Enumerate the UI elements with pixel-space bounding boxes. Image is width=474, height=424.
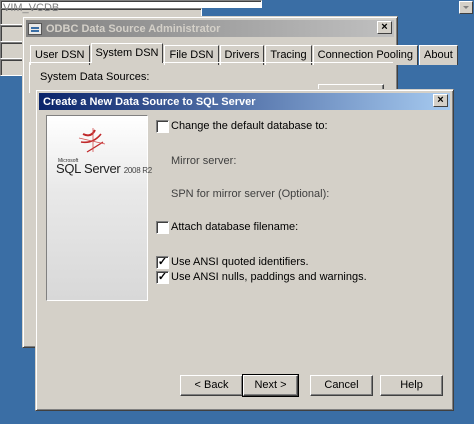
spn-label: SPN for mirror server (Optional): xyxy=(171,188,330,200)
system-sources-label: System Data Sources: xyxy=(40,71,150,83)
cancel-button[interactable]: Cancel xyxy=(310,375,373,396)
logo-version: 2008 R2 xyxy=(123,166,152,175)
create-dsn-titlebar[interactable]: Create a New Data Source to SQL Server × xyxy=(39,93,450,110)
chevron-down-icon[interactable] xyxy=(459,1,473,14)
ansi-nulls-label: Use ANSI nulls, paddings and warnings. xyxy=(171,271,367,283)
attach-db-checkbox[interactable] xyxy=(156,221,169,234)
sql-server-logo: Microsoft SQL Server 2008 R2 xyxy=(46,115,152,301)
create-dsn-title: Create a New Data Source to SQL Server xyxy=(43,95,256,108)
mirror-server-label: Mirror server: xyxy=(171,155,237,167)
change-default-db-label: Change the default database to: xyxy=(171,120,328,132)
ansi-quoted-label: Use ANSI quoted identifiers. xyxy=(171,256,309,268)
odbc-admin-title: ODBC Data Source Administrator xyxy=(46,22,221,35)
logo-product-text: SQL Server 2008 R2 xyxy=(56,161,152,176)
next-button[interactable]: Next > xyxy=(242,374,299,397)
ansi-nulls-checkbox[interactable]: ✓ xyxy=(156,271,169,284)
odbc-admin-titlebar[interactable]: ODBC Data Source Administrator × xyxy=(26,20,394,37)
odbc-close-button[interactable]: × xyxy=(377,21,392,34)
change-default-db-checkbox[interactable] xyxy=(156,120,169,133)
tab-system-dsn[interactable]: System DSN xyxy=(90,43,164,63)
odbc-app-icon xyxy=(28,22,42,35)
dialog-close-button[interactable]: × xyxy=(433,94,448,107)
sql-server-swoosh-icon xyxy=(78,128,106,153)
attach-db-label: Attach database filename: xyxy=(171,221,299,233)
back-button[interactable]: < Back xyxy=(180,375,243,396)
tab-about[interactable]: About xyxy=(419,45,458,65)
ansi-quoted-checkbox[interactable]: ✓ xyxy=(156,256,169,269)
help-button[interactable]: Help xyxy=(380,375,443,396)
logo-product-name: SQL Server xyxy=(56,161,121,176)
database-select-value: VIM_VCDB xyxy=(3,2,60,14)
